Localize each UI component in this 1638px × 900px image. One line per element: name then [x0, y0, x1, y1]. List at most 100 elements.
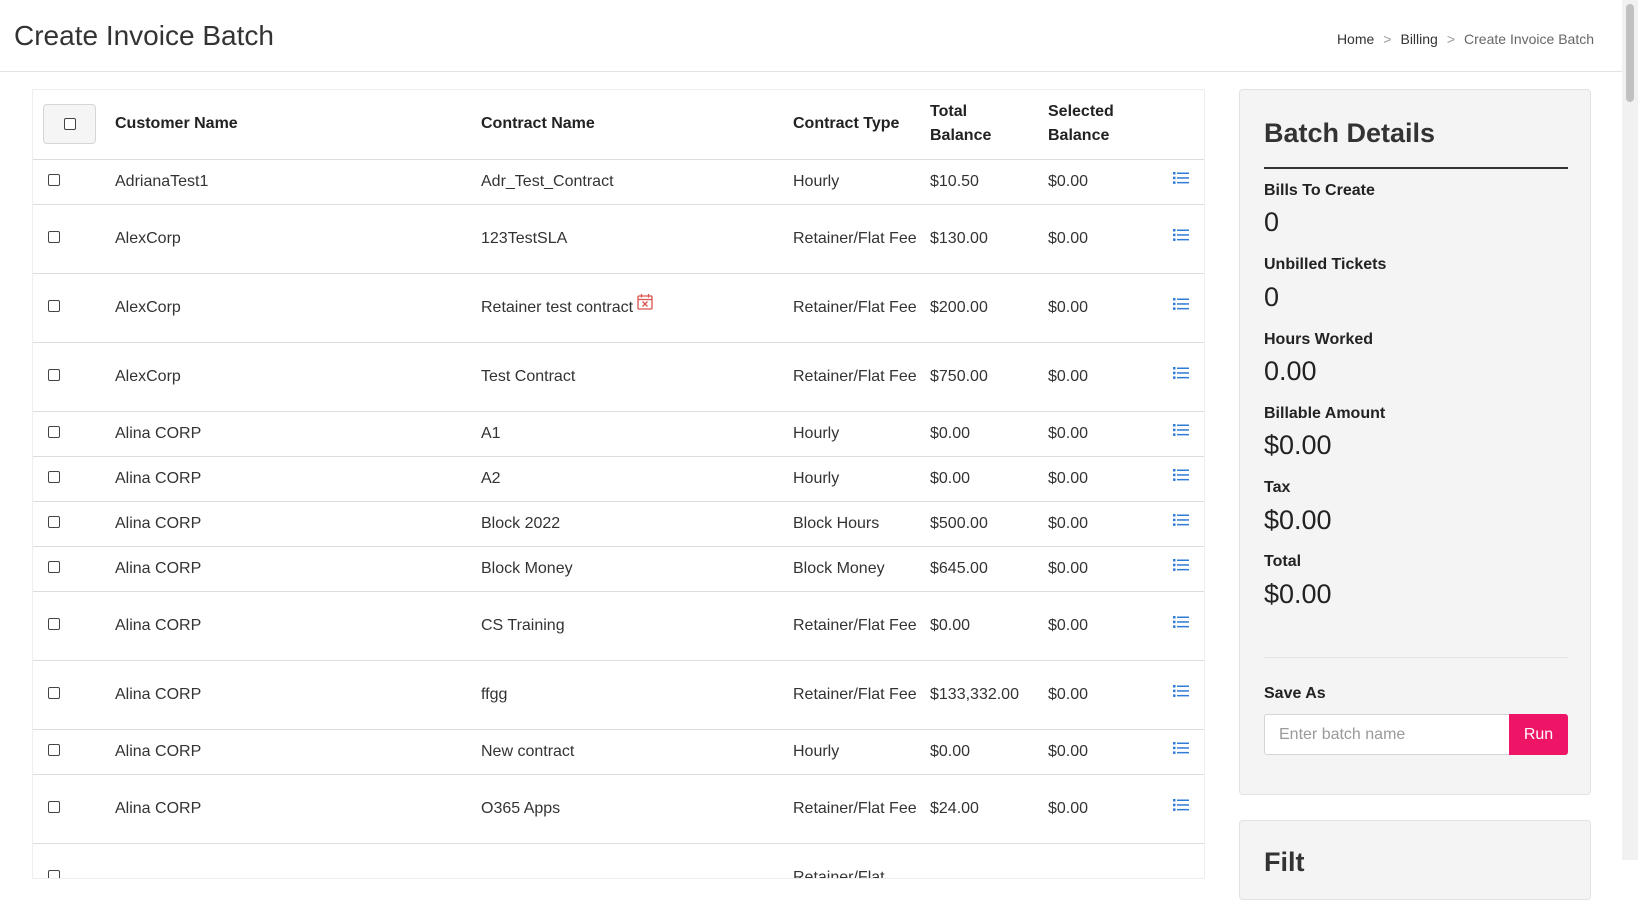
contract-name-cell: Block Money — [481, 545, 793, 591]
contract-name: CS Training — [481, 616, 565, 634]
select-all-checkbox[interactable] — [63, 118, 76, 131]
list-details-icon[interactable] — [1173, 295, 1189, 319]
table-row[interactable]: AlexCorp Retainer test contract Retainer/F… — [33, 272, 1204, 342]
batch-details-panel: Batch Details Bills To Create 0 Unbilled… — [1239, 89, 1591, 795]
stat-value-unbilled-tickets: 0 — [1264, 282, 1280, 312]
selected-balance-cell: $0.00 — [1048, 545, 1153, 591]
row-actions-cell — [1153, 341, 1204, 411]
breadcrumb-billing[interactable]: Billing — [1400, 31, 1437, 47]
contract-type-cell: Hourly — [793, 158, 930, 204]
row-checkbox[interactable] — [48, 869, 60, 878]
stat-label-hours-worked: Hours Worked — [1264, 331, 1374, 348]
list-details-icon[interactable] — [1173, 556, 1189, 580]
row-checkbox[interactable] — [48, 368, 60, 381]
page-scrollbar[interactable] — [1622, 0, 1638, 860]
list-details-icon[interactable] — [1173, 364, 1189, 388]
row-checkbox[interactable] — [48, 230, 60, 243]
row-checkbox[interactable] — [48, 173, 60, 186]
table-body: AdrianaTest1 Adr_Test_Contract Hourly $10.5… — [33, 158, 1204, 878]
scrollbar-thumb[interactable] — [1626, 4, 1634, 102]
table-row[interactable]: Alina CORP New contract Hourly $0.00 $0.00 — [33, 728, 1204, 774]
row-actions-cell — [1153, 728, 1204, 774]
list-details-icon[interactable] — [1173, 796, 1189, 820]
calendar-x-icon — [637, 293, 653, 318]
table-row[interactable]: Alina CORP A2 Hourly $0.00 $0.00 — [33, 455, 1204, 501]
row-select-cell — [33, 341, 115, 411]
list-details-icon[interactable] — [1173, 421, 1189, 445]
total-balance-cell: $0.00 — [930, 728, 1048, 774]
contract-type-cell: Retainer/Flat Fee — [793, 203, 930, 273]
col-header-actions — [1153, 90, 1204, 159]
table-row[interactable]: Alina CORP Block Money Block Money $645.00 $… — [33, 545, 1204, 591]
table-row[interactable]: AlexCorp 123TestSLA Retainer/Flat Fee $130.… — [33, 203, 1204, 273]
row-checkbox[interactable] — [48, 800, 60, 813]
row-checkbox[interactable] — [48, 686, 60, 699]
col-header-total-line2: Balance — [930, 127, 992, 145]
select-all-button[interactable] — [43, 104, 96, 145]
contract-name: O365 Apps — [481, 799, 561, 817]
contract-name: New contract — [481, 742, 575, 760]
table-row[interactable]: AdrianaTest1 Adr_Test_Contract Hourly $10.5… — [33, 158, 1204, 204]
contract-type-cell: Hourly — [793, 455, 930, 501]
row-actions-cell — [1153, 500, 1204, 546]
table-row[interactable]: Alina CORP ffgg Retainer/Flat Fee $133,332.… — [33, 659, 1204, 729]
contract-name-cell: CS Training — [481, 590, 793, 660]
contract-name: A2 — [481, 469, 501, 487]
stat-label-total: Total — [1264, 553, 1302, 570]
contract-name: Block Money — [481, 559, 573, 577]
row-select-cell — [33, 272, 115, 342]
contract-type-cell: Block Money — [793, 545, 930, 591]
table-row[interactable]: Alina CORP O365 Apps Retainer/Flat Fee $24.… — [33, 773, 1204, 843]
row-checkbox[interactable] — [48, 560, 60, 573]
col-header-selected-balance[interactable]: Selected Balance — [1048, 90, 1153, 159]
selected-balance-cell: $0.00 — [1048, 500, 1153, 546]
row-checkbox[interactable] — [48, 299, 60, 312]
col-header-contract[interactable]: Contract Name — [481, 90, 793, 159]
col-header-customer[interactable]: Customer Name — [115, 90, 481, 159]
table-row[interactable]: Alina CORP CS Training Retainer/Flat Fee $0… — [33, 590, 1204, 660]
col-header-total-line1: Total — [930, 103, 968, 121]
total-balance-cell: $750.00 — [930, 341, 1048, 411]
table-row[interactable]: AlexCorp Test Contract Retainer/Flat Fee $7… — [33, 341, 1204, 411]
list-details-icon[interactable] — [1173, 613, 1189, 637]
customer-name-cell: AdrianaTest1 — [115, 158, 481, 204]
row-checkbox[interactable] — [48, 515, 60, 528]
total-balance-cell: $0.00 — [930, 410, 1048, 456]
run-button[interactable]: Run — [1509, 714, 1568, 755]
batch-name-input[interactable] — [1264, 714, 1509, 755]
list-details-icon[interactable] — [1173, 682, 1189, 706]
selected-balance-cell: $0.00 — [1048, 341, 1153, 411]
col-header-type[interactable]: Contract Type — [793, 90, 930, 159]
row-actions-cell — [1153, 203, 1204, 273]
row-checkbox[interactable] — [48, 617, 60, 630]
breadcrumb-separator: > — [1383, 31, 1392, 47]
list-details-icon[interactable] — [1173, 169, 1189, 193]
row-select-cell — [33, 728, 115, 774]
selected-balance-cell — [1048, 842, 1153, 878]
contract-type-cell: Retainer/Flat Fee — [793, 272, 930, 342]
col-header-total-balance[interactable]: Total Balance — [930, 90, 1048, 159]
list-details-icon[interactable] — [1173, 226, 1189, 250]
table-row[interactable]: Alina CORP Block 2022 Block Hours $500.00 $0… — [33, 500, 1204, 546]
row-actions-cell — [1153, 659, 1204, 729]
row-checkbox[interactable] — [48, 470, 60, 483]
contract-name-cell: Test Contract — [481, 341, 793, 411]
breadcrumb-home[interactable]: Home — [1337, 31, 1374, 47]
contract-name-cell: Block 2022 — [481, 500, 793, 546]
selected-balance-cell: $0.00 — [1048, 203, 1153, 273]
contract-type-cell: Retainer/Flat Fee — [793, 773, 930, 843]
table-row[interactable]: Alina CORP A1 Hourly $0.00 $0.00 — [33, 410, 1204, 456]
customer-name-cell: Alina CORP — [115, 659, 481, 729]
filters-panel: Filt — [1239, 820, 1591, 900]
contract-type-cell: Retainer/Flat Fee — [793, 341, 930, 411]
row-checkbox[interactable] — [48, 743, 60, 756]
list-details-icon[interactable] — [1173, 466, 1189, 490]
selected-balance-cell: $0.00 — [1048, 410, 1153, 456]
list-details-icon[interactable] — [1173, 511, 1189, 535]
table-row[interactable]: Retainer/Flat — [33, 842, 1204, 878]
row-checkbox[interactable] — [48, 425, 60, 438]
section-divider — [1264, 657, 1568, 658]
customer-name-cell: Alina CORP — [115, 410, 481, 456]
selected-balance-cell: $0.00 — [1048, 728, 1153, 774]
list-details-icon[interactable] — [1173, 739, 1189, 763]
